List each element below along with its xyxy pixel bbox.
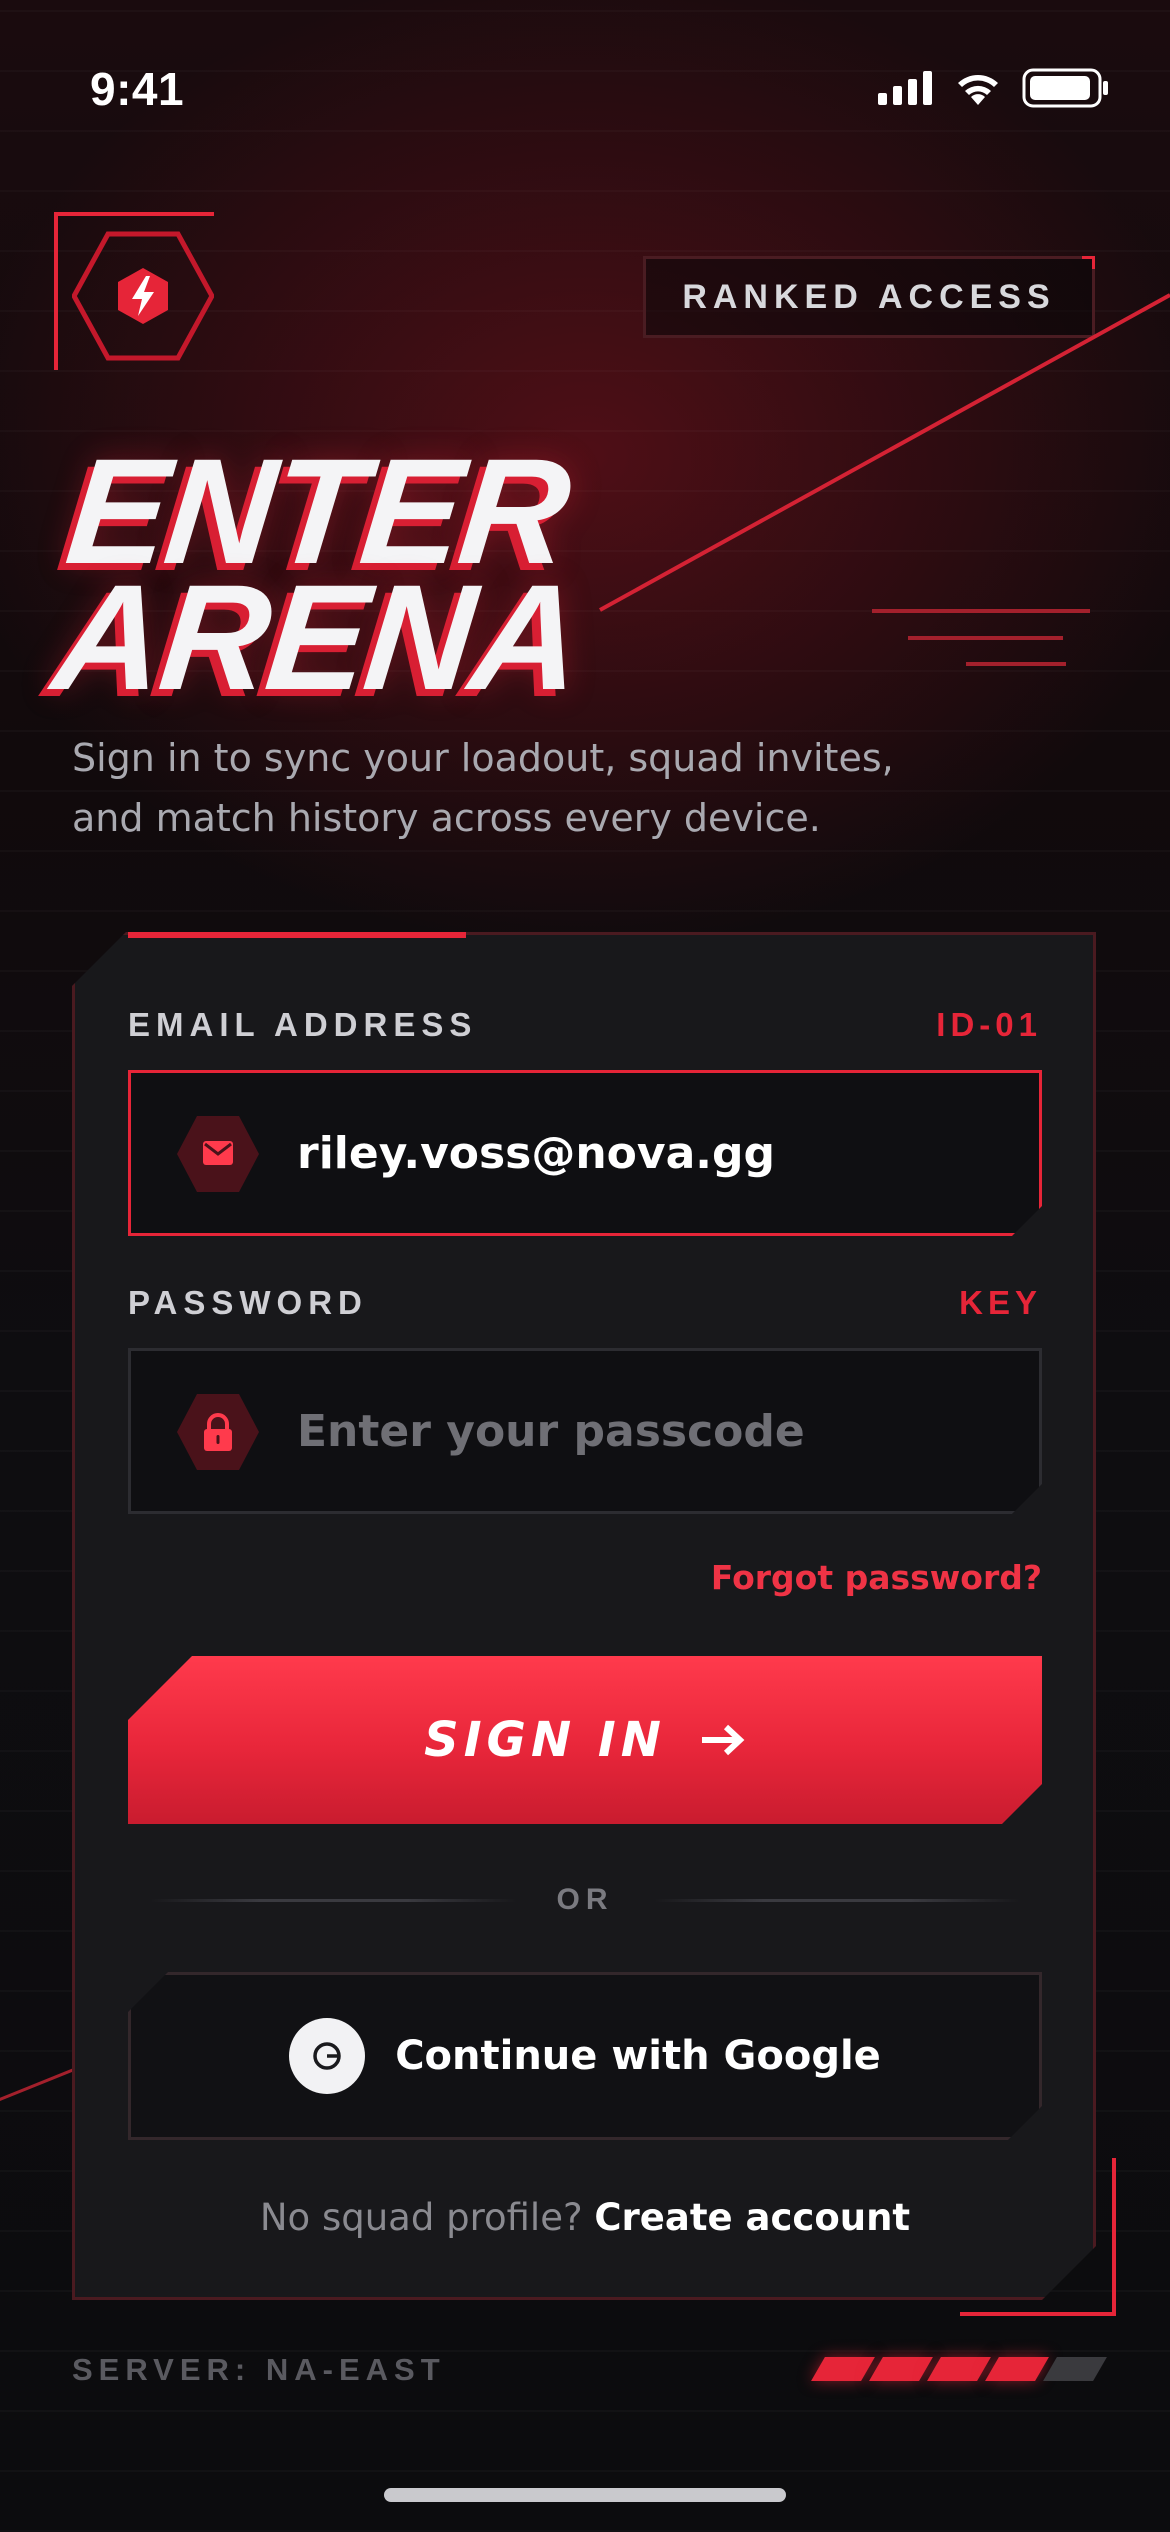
login-screen: 9:41 RANKED ACCESS ENTER ARENA Sign in t…	[0, 0, 1170, 2532]
connection-strength-meter	[811, 2357, 1107, 2381]
card-accent-bar	[128, 932, 466, 938]
lock-icon	[175, 1392, 261, 1472]
password-tag: KEY	[959, 1284, 1042, 1321]
hero-title: ENTER ARENA	[46, 427, 599, 721]
mail-icon	[175, 1114, 261, 1194]
email-tag: ID-01	[936, 1006, 1042, 1043]
status-icons	[878, 68, 1110, 108]
wifi-icon	[958, 75, 998, 105]
hero-subtitle-line-1: Sign in to sync your loadout, squad invi…	[72, 736, 894, 780]
status-bar: 9:41	[0, 0, 1170, 180]
cellular-signal-icon	[878, 71, 932, 105]
or-label: OR	[556, 1883, 614, 1916]
signal-segment	[869, 2357, 933, 2381]
sign-in-button[interactable]: SIGN IN	[128, 1656, 1042, 1824]
password-label: PASSWORD	[128, 1284, 368, 1321]
divider-line-left	[150, 1898, 517, 1902]
server-label: SERVER: NA-EAST	[72, 2352, 446, 2387]
status-time: 9:41	[90, 63, 185, 115]
arrow-right-icon	[700, 1723, 746, 1757]
email-field[interactable]	[128, 1070, 1042, 1236]
battery-icon	[1022, 68, 1108, 108]
email-input[interactable]	[297, 1073, 1017, 1233]
signal-segment	[1043, 2357, 1107, 2381]
signal-segment	[985, 2357, 1049, 2381]
hero-subtitle-line-2: and match history across every device.	[72, 796, 821, 840]
password-field[interactable]	[128, 1348, 1042, 1514]
signup-row: No squad profile? Create account	[128, 2196, 1042, 2239]
google-button-label: Continue with Google	[395, 2033, 881, 2079]
hero-subtitle: Sign in to sync your loadout, squad invi…	[72, 728, 972, 848]
or-divider: OR	[150, 1880, 1020, 1920]
password-input[interactable]	[297, 1351, 1017, 1511]
divider-line-right	[653, 1898, 1020, 1902]
home-indicator[interactable]	[384, 2488, 786, 2502]
google-signin-button[interactable]: Continue with Google	[128, 1972, 1042, 2140]
google-icon	[289, 2018, 365, 2094]
signal-segment	[811, 2357, 875, 2381]
forgot-password-link[interactable]: Forgot password?	[711, 1558, 1042, 1597]
hero-title-line-2: ARENA	[46, 553, 588, 721]
signal-segment	[927, 2357, 991, 2381]
create-account-link[interactable]: Create account	[594, 2196, 910, 2239]
signup-prompt: No squad profile?	[259, 2196, 583, 2239]
email-label: EMAIL ADDRESS	[128, 1006, 478, 1043]
sign-in-label: SIGN IN	[424, 1712, 666, 1768]
